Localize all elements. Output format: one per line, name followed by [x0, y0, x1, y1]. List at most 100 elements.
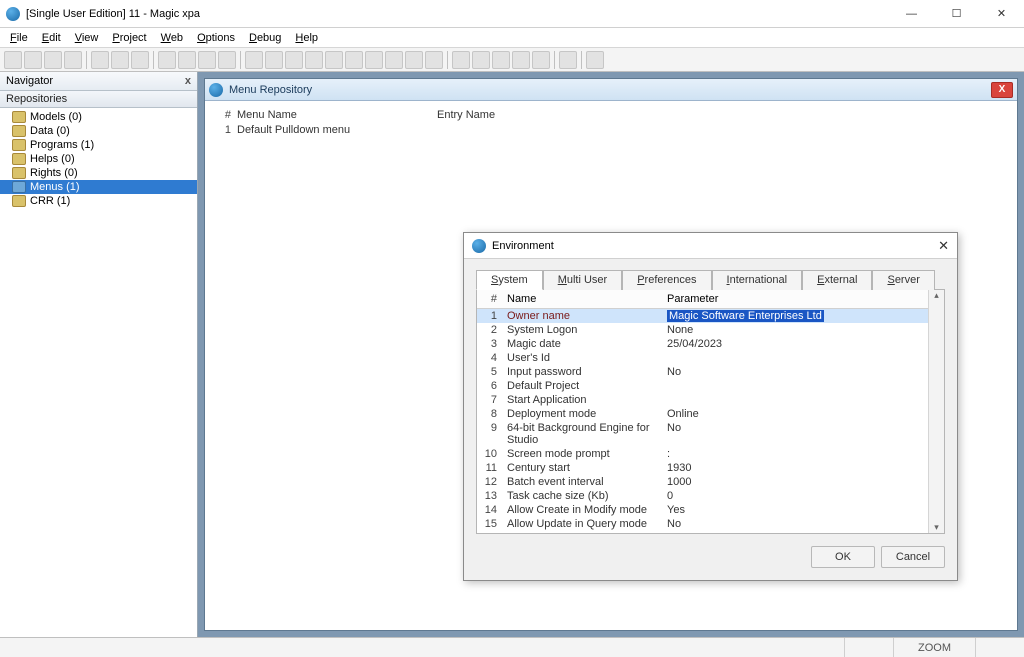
toolbar-button[interactable]	[325, 51, 343, 69]
tree-item-helps[interactable]: Helps (0)	[0, 152, 197, 166]
menu-debug[interactable]: Debug	[243, 30, 287, 46]
list-row[interactable]: 7Start Application	[477, 393, 928, 407]
toolbar-button[interactable]	[532, 51, 550, 69]
tree-item-rights[interactable]: Rights (0)	[0, 166, 197, 180]
tree-item-programs[interactable]: Programs (1)	[0, 138, 197, 152]
toolbar-button[interactable]	[198, 51, 216, 69]
folder-icon	[12, 153, 26, 165]
toolbar-button[interactable]	[345, 51, 363, 69]
menu-repository-titlebar[interactable]: Menu Repository X	[205, 79, 1017, 101]
scroll-up-icon[interactable]: ▴	[929, 290, 944, 301]
list-row[interactable]: 1Owner nameMagic Software Enterprises Lt…	[477, 309, 928, 323]
tree-item-menus[interactable]: Menus (1)	[0, 180, 197, 194]
toolbar-button[interactable]	[285, 51, 303, 69]
menu-edit[interactable]: Edit	[36, 30, 67, 46]
folder-icon	[12, 111, 26, 123]
window-icon	[209, 83, 223, 97]
environment-list[interactable]: 1Owner nameMagic Software Enterprises Lt…	[477, 309, 928, 532]
toolbar-button[interactable]	[64, 51, 82, 69]
column-header-index[interactable]: #	[477, 293, 503, 305]
toolbar-button[interactable]	[131, 51, 149, 69]
environment-tabs: SystemMulti UserPreferencesInternational…	[476, 269, 945, 289]
list-row[interactable]: 2System LogonNone	[477, 323, 928, 337]
toolbar-separator	[153, 51, 154, 69]
navigator-close-icon[interactable]: x	[185, 75, 191, 87]
toolbar-button[interactable]	[492, 51, 510, 69]
tab-multi-user[interactable]: Multi User	[543, 270, 623, 290]
toolbar-button[interactable]	[4, 51, 22, 69]
minimize-button[interactable]: —	[889, 0, 934, 27]
toolbar-button[interactable]	[472, 51, 490, 69]
cell-name: Century start	[503, 462, 663, 474]
environment-close-icon[interactable]: ✕	[938, 238, 949, 254]
tab-preferences[interactable]: Preferences	[622, 270, 711, 290]
list-row[interactable]: 12Batch event interval1000	[477, 475, 928, 489]
toolbar-button[interactable]	[425, 51, 443, 69]
column-header-entry-name[interactable]: Entry Name	[437, 109, 1007, 121]
menu-project[interactable]: Project	[106, 30, 152, 46]
toolbar-button[interactable]	[265, 51, 283, 69]
cell-name: Allow Create in Modify mode	[503, 504, 663, 516]
tab-server[interactable]: Server	[872, 270, 934, 290]
cell-name: Start Application	[503, 394, 663, 406]
scrollbar-vertical[interactable]: ▴ ▾	[928, 290, 944, 533]
menu-web[interactable]: Web	[155, 30, 189, 46]
toolbar-button[interactable]	[405, 51, 423, 69]
environment-titlebar[interactable]: Environment ✕	[464, 233, 957, 259]
column-header-name[interactable]: Name	[503, 293, 663, 305]
cancel-button[interactable]: Cancel	[881, 546, 945, 568]
navigator-title: Navigator	[6, 75, 53, 87]
list-row[interactable]: 14Allow Create in Modify modeYes	[477, 503, 928, 517]
toolbar-button[interactable]	[111, 51, 129, 69]
cell-index: 15	[477, 518, 503, 530]
navigator-section[interactable]: Repositories	[0, 91, 197, 108]
tab-external[interactable]: External	[802, 270, 872, 290]
list-row[interactable]: 4User's Id	[477, 351, 928, 365]
list-row[interactable]: 10Screen mode prompt:	[477, 447, 928, 461]
dialog-icon	[472, 239, 486, 253]
toolbar-button[interactable]	[178, 51, 196, 69]
list-row[interactable]: 15Allow Update in Query modeNo	[477, 517, 928, 531]
table-row[interactable]: 1Default Pulldown menu	[215, 123, 1007, 137]
menu-options[interactable]: Options	[191, 30, 241, 46]
toolbar-button[interactable]	[91, 51, 109, 69]
list-row[interactable]: 13Task cache size (Kb)0	[477, 489, 928, 503]
list-row[interactable]: 11Century start1930	[477, 461, 928, 475]
list-row[interactable]: 3Magic date25/04/2023	[477, 337, 928, 351]
toolbar-button[interactable]	[44, 51, 62, 69]
tree-item-models[interactable]: Models (0)	[0, 110, 197, 124]
toolbar-button[interactable]	[245, 51, 263, 69]
toolbar-button[interactable]	[24, 51, 42, 69]
list-row[interactable]: 5Input passwordNo	[477, 365, 928, 379]
menu-repository-close-button[interactable]: X	[991, 82, 1013, 98]
toolbar-button[interactable]	[305, 51, 323, 69]
list-row[interactable]: 6Default Project	[477, 379, 928, 393]
tree-item-data[interactable]: Data (0)	[0, 124, 197, 138]
toolbar-button[interactable]	[452, 51, 470, 69]
list-row[interactable]: 8Deployment modeOnline	[477, 407, 928, 421]
menu-help[interactable]: Help	[289, 30, 324, 46]
scroll-down-icon[interactable]: ▾	[929, 522, 944, 533]
toolbar-button[interactable]	[559, 51, 577, 69]
maximize-button[interactable]: ☐	[934, 0, 979, 27]
column-header-menu-name[interactable]: Menu Name	[237, 109, 437, 121]
navigator-header: Navigator x	[0, 72, 197, 91]
menu-file[interactable]: File	[4, 30, 34, 46]
toolbar-button[interactable]	[385, 51, 403, 69]
ok-button[interactable]: OK	[811, 546, 875, 568]
toolbar-button[interactable]	[218, 51, 236, 69]
mdi-area: Menu Repository X # Menu Name Entry Name…	[198, 72, 1024, 637]
column-header-parameter[interactable]: Parameter	[663, 293, 928, 305]
toolbar-button[interactable]	[512, 51, 530, 69]
tab-system[interactable]: System	[476, 270, 543, 290]
column-header-index[interactable]: #	[215, 109, 237, 121]
list-row[interactable]: 964-bit Background Engine for StudioNo	[477, 421, 928, 447]
toolbar-help-icon[interactable]	[586, 51, 604, 69]
menu-view[interactable]: View	[69, 30, 105, 46]
close-button[interactable]: ✕	[979, 0, 1024, 27]
tab-international[interactable]: International	[712, 270, 803, 290]
tree-item-crr[interactable]: CRR (1)	[0, 194, 197, 208]
toolbar-button[interactable]	[365, 51, 383, 69]
tree-item-label: Rights (0)	[30, 167, 78, 179]
toolbar-button[interactable]	[158, 51, 176, 69]
